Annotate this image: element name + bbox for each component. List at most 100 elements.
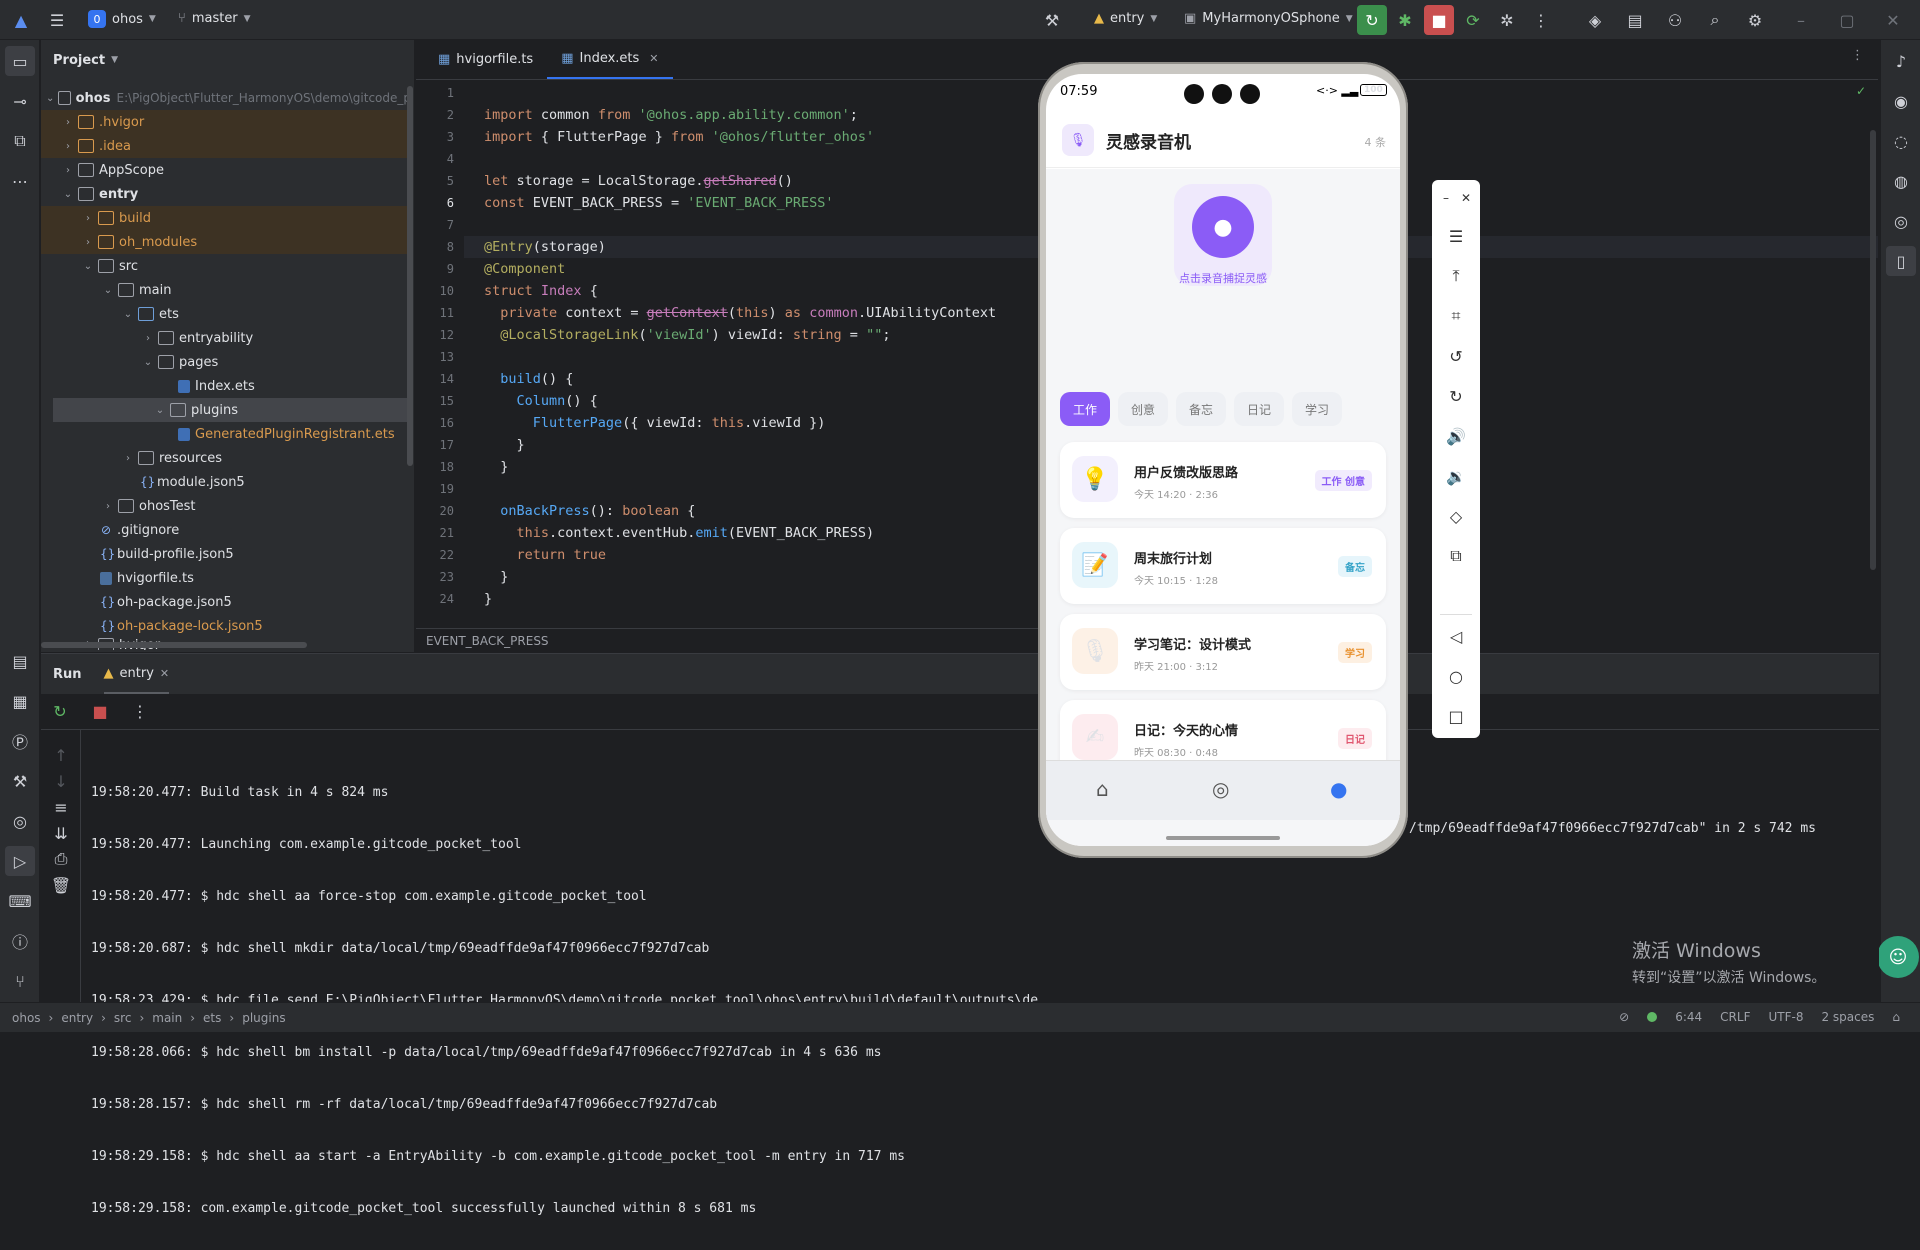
close-icon[interactable]: ✕ — [1878, 5, 1908, 35]
code-line[interactable] — [484, 82, 996, 104]
device-phone-icon[interactable]: ▯ — [1886, 246, 1916, 276]
device-selector[interactable]: ▣ MyHarmonyOSphone ▼ — [1184, 11, 1353, 26]
recording-card[interactable]: 📝 周末旅行计划 今天 10:15 · 1:28 备忘 — [1060, 528, 1386, 604]
tree-item[interactable]: {} build-profile.json5 — [41, 542, 411, 566]
build-icon[interactable]: ⚒ — [5, 766, 35, 796]
account-icon[interactable]: ⚇ — [1660, 5, 1690, 35]
run-config-selector[interactable]: ▲ entry ▼ — [1094, 11, 1157, 26]
rerun-icon[interactable]: ↻ — [45, 697, 75, 727]
no-power-save-icon[interactable]: ⊘ — [1619, 1010, 1629, 1024]
code-line[interactable]: } — [484, 456, 996, 478]
record-mic-button[interactable]: ● — [1192, 196, 1254, 258]
path-segment[interactable]: plugins — [242, 1011, 285, 1025]
code-line[interactable]: build() { — [484, 368, 996, 390]
tree-item[interactable]: ⌄ main — [41, 278, 411, 302]
trash-icon[interactable]: 🗑 — [46, 870, 76, 900]
code-line[interactable]: import common from '@ohos.app.ability.co… — [484, 104, 996, 126]
apply-changes-icon[interactable]: ⟳ — [1458, 5, 1488, 35]
run-icon[interactable]: ▷ — [5, 846, 35, 876]
recording-card[interactable]: 🎙 学习笔记：设计模式 昨天 21:00 · 3:12 学习 — [1060, 614, 1386, 690]
console-output[interactable]: 19:58:20.477: Build task in 4 s 824 ms 1… — [91, 752, 1038, 1250]
back-triangle-icon[interactable]: ◁ — [1444, 624, 1468, 648]
code-line[interactable]: struct Index { — [484, 280, 996, 302]
rotate-icon[interactable]: ↺ — [1444, 344, 1468, 368]
editor-scrollbar[interactable] — [1870, 130, 1876, 570]
compass-icon[interactable]: ◎ — [1212, 777, 1229, 801]
code-content[interactable]: import common from '@ohos.app.ability.co… — [484, 82, 996, 610]
settings-gear-icon[interactable]: ⚙ — [1740, 5, 1770, 35]
code-line[interactable]: const EVENT_BACK_PRESS = 'EVENT_BACK_PRE… — [484, 192, 996, 214]
stop-icon[interactable]: ■ — [85, 697, 115, 727]
close-tab-icon[interactable]: ✕ — [649, 52, 658, 65]
commit-icon[interactable]: ⊸ — [5, 86, 35, 116]
menu-icon[interactable]: ☰ — [1444, 224, 1468, 248]
debug-bug-icon[interactable]: ✱ — [1390, 5, 1420, 35]
tree-item[interactable]: {} oh-package.json5 — [41, 590, 411, 614]
more-actions-icon[interactable]: ⋮ — [1526, 5, 1556, 35]
code-line[interactable] — [484, 214, 996, 236]
notifications-icon[interactable]: ♪ — [1886, 46, 1916, 76]
structure-icon[interactable]: ⧉ — [5, 126, 35, 156]
home-circle-icon[interactable]: ○ — [1444, 664, 1468, 688]
git-icon[interactable]: ⑂ — [5, 966, 35, 996]
screenshot-icon[interactable]: ⧉ — [1444, 544, 1468, 568]
chip-diary[interactable]: 日记 — [1234, 392, 1284, 426]
tree-item[interactable]: hvigorfile.ts — [41, 566, 411, 590]
tree-item[interactable]: ⌄ pages — [41, 350, 411, 374]
path-segment[interactable]: ohos — [12, 1011, 41, 1025]
tree-item[interactable]: ⌄ ets — [41, 302, 411, 326]
editor-more-icon[interactable]: ⋮ — [1851, 48, 1864, 63]
assistant-avatar-icon[interactable]: ☺ — [1877, 936, 1919, 978]
profile-icon[interactable]: ● — [1330, 777, 1347, 801]
code-line[interactable]: FlutterPage({ viewId: this.viewId }) — [484, 412, 996, 434]
device-manager-icon[interactable]: ▤ — [1620, 5, 1650, 35]
code-line[interactable]: onBackPress(): boolean { — [484, 500, 996, 522]
ai-assistant-icon[interactable]: ◈ — [1580, 5, 1610, 35]
line-separator[interactable]: CRLF — [1720, 1010, 1750, 1024]
tree-item[interactable]: {} oh-package-lock.json5 — [41, 614, 411, 638]
shake-icon[interactable]: ◇ — [1444, 504, 1468, 528]
close-icon[interactable]: ✕ — [1454, 186, 1478, 210]
tree-item[interactable]: › build — [41, 206, 411, 230]
more-icon[interactable]: ⋮ — [125, 697, 155, 727]
tree-scrollbar[interactable] — [407, 86, 413, 466]
tree-root[interactable]: ⌄ ohos E:\PigObject\Flutter_HarmonyOS\de… — [41, 86, 411, 110]
project-switcher[interactable]: 0 ohos ▼ — [88, 10, 156, 28]
codegenie-icon[interactable]: ◌ — [1886, 126, 1916, 156]
tree-item[interactable]: ⌄ src — [41, 254, 411, 278]
profiler-icon[interactable]: Ⓟ — [5, 726, 35, 756]
tree-item[interactable]: › oh_modules — [41, 230, 411, 254]
code-line[interactable]: return true — [484, 544, 996, 566]
volume-up-icon[interactable]: 🔊 — [1444, 424, 1468, 448]
code-line[interactable]: this.context.eventHub.emit(EVENT_BACK_PR… — [484, 522, 996, 544]
branch-switcher[interactable]: ⑂ master ▼ — [178, 11, 251, 26]
code-line[interactable]: @Entry(storage) — [484, 236, 996, 258]
tree-item[interactable]: › entryability — [41, 326, 411, 350]
rerun-button[interactable]: ↻ — [1357, 5, 1387, 35]
tab-hvigorfile[interactable]: ▦ hvigorfile.ts — [424, 39, 547, 79]
tree-item[interactable]: › ohosTest — [41, 494, 411, 518]
tree-item[interactable]: ⌄ entry — [41, 182, 411, 206]
recording-card[interactable]: 💡 用户反馈改版思路 今天 14:20 · 2:36 工作 创意 — [1060, 442, 1386, 518]
tree-item[interactable]: ⊘ .gitignore — [41, 518, 411, 542]
code-line[interactable]: @Component — [484, 258, 996, 280]
tree-item-selected[interactable]: ⌄ plugins — [53, 398, 411, 422]
tree-item[interactable]: › .idea — [41, 134, 411, 158]
layout-icon[interactable]: ▦ — [5, 686, 35, 716]
code-line[interactable] — [484, 478, 996, 500]
volume-down-icon[interactable]: 🔉 — [1444, 464, 1468, 488]
code-line[interactable]: } — [484, 566, 996, 588]
tree-hscrollbar[interactable] — [41, 642, 307, 648]
home-icon[interactable]: ⌂ — [1096, 777, 1109, 801]
code-line[interactable]: Column() { — [484, 390, 996, 412]
path-segment[interactable]: src — [114, 1011, 132, 1025]
rotate-right-icon[interactable]: ↻ — [1444, 384, 1468, 408]
code-line[interactable]: import { FlutterPage } from '@ohos/flutt… — [484, 126, 996, 148]
project-folder-icon[interactable]: ▭ — [5, 46, 35, 76]
search-icon[interactable]: ⌕ — [1700, 5, 1730, 35]
tab-index-ets[interactable]: ▦ Index.ets ✕ — [547, 39, 673, 79]
chip-creative[interactable]: 创意 — [1118, 392, 1168, 426]
code-line[interactable]: @LocalStorageLink('viewId') viewId: stri… — [484, 324, 996, 346]
chip-study[interactable]: 学习 — [1292, 392, 1342, 426]
arkui-inspector-icon[interactable]: ◉ — [1886, 86, 1916, 116]
